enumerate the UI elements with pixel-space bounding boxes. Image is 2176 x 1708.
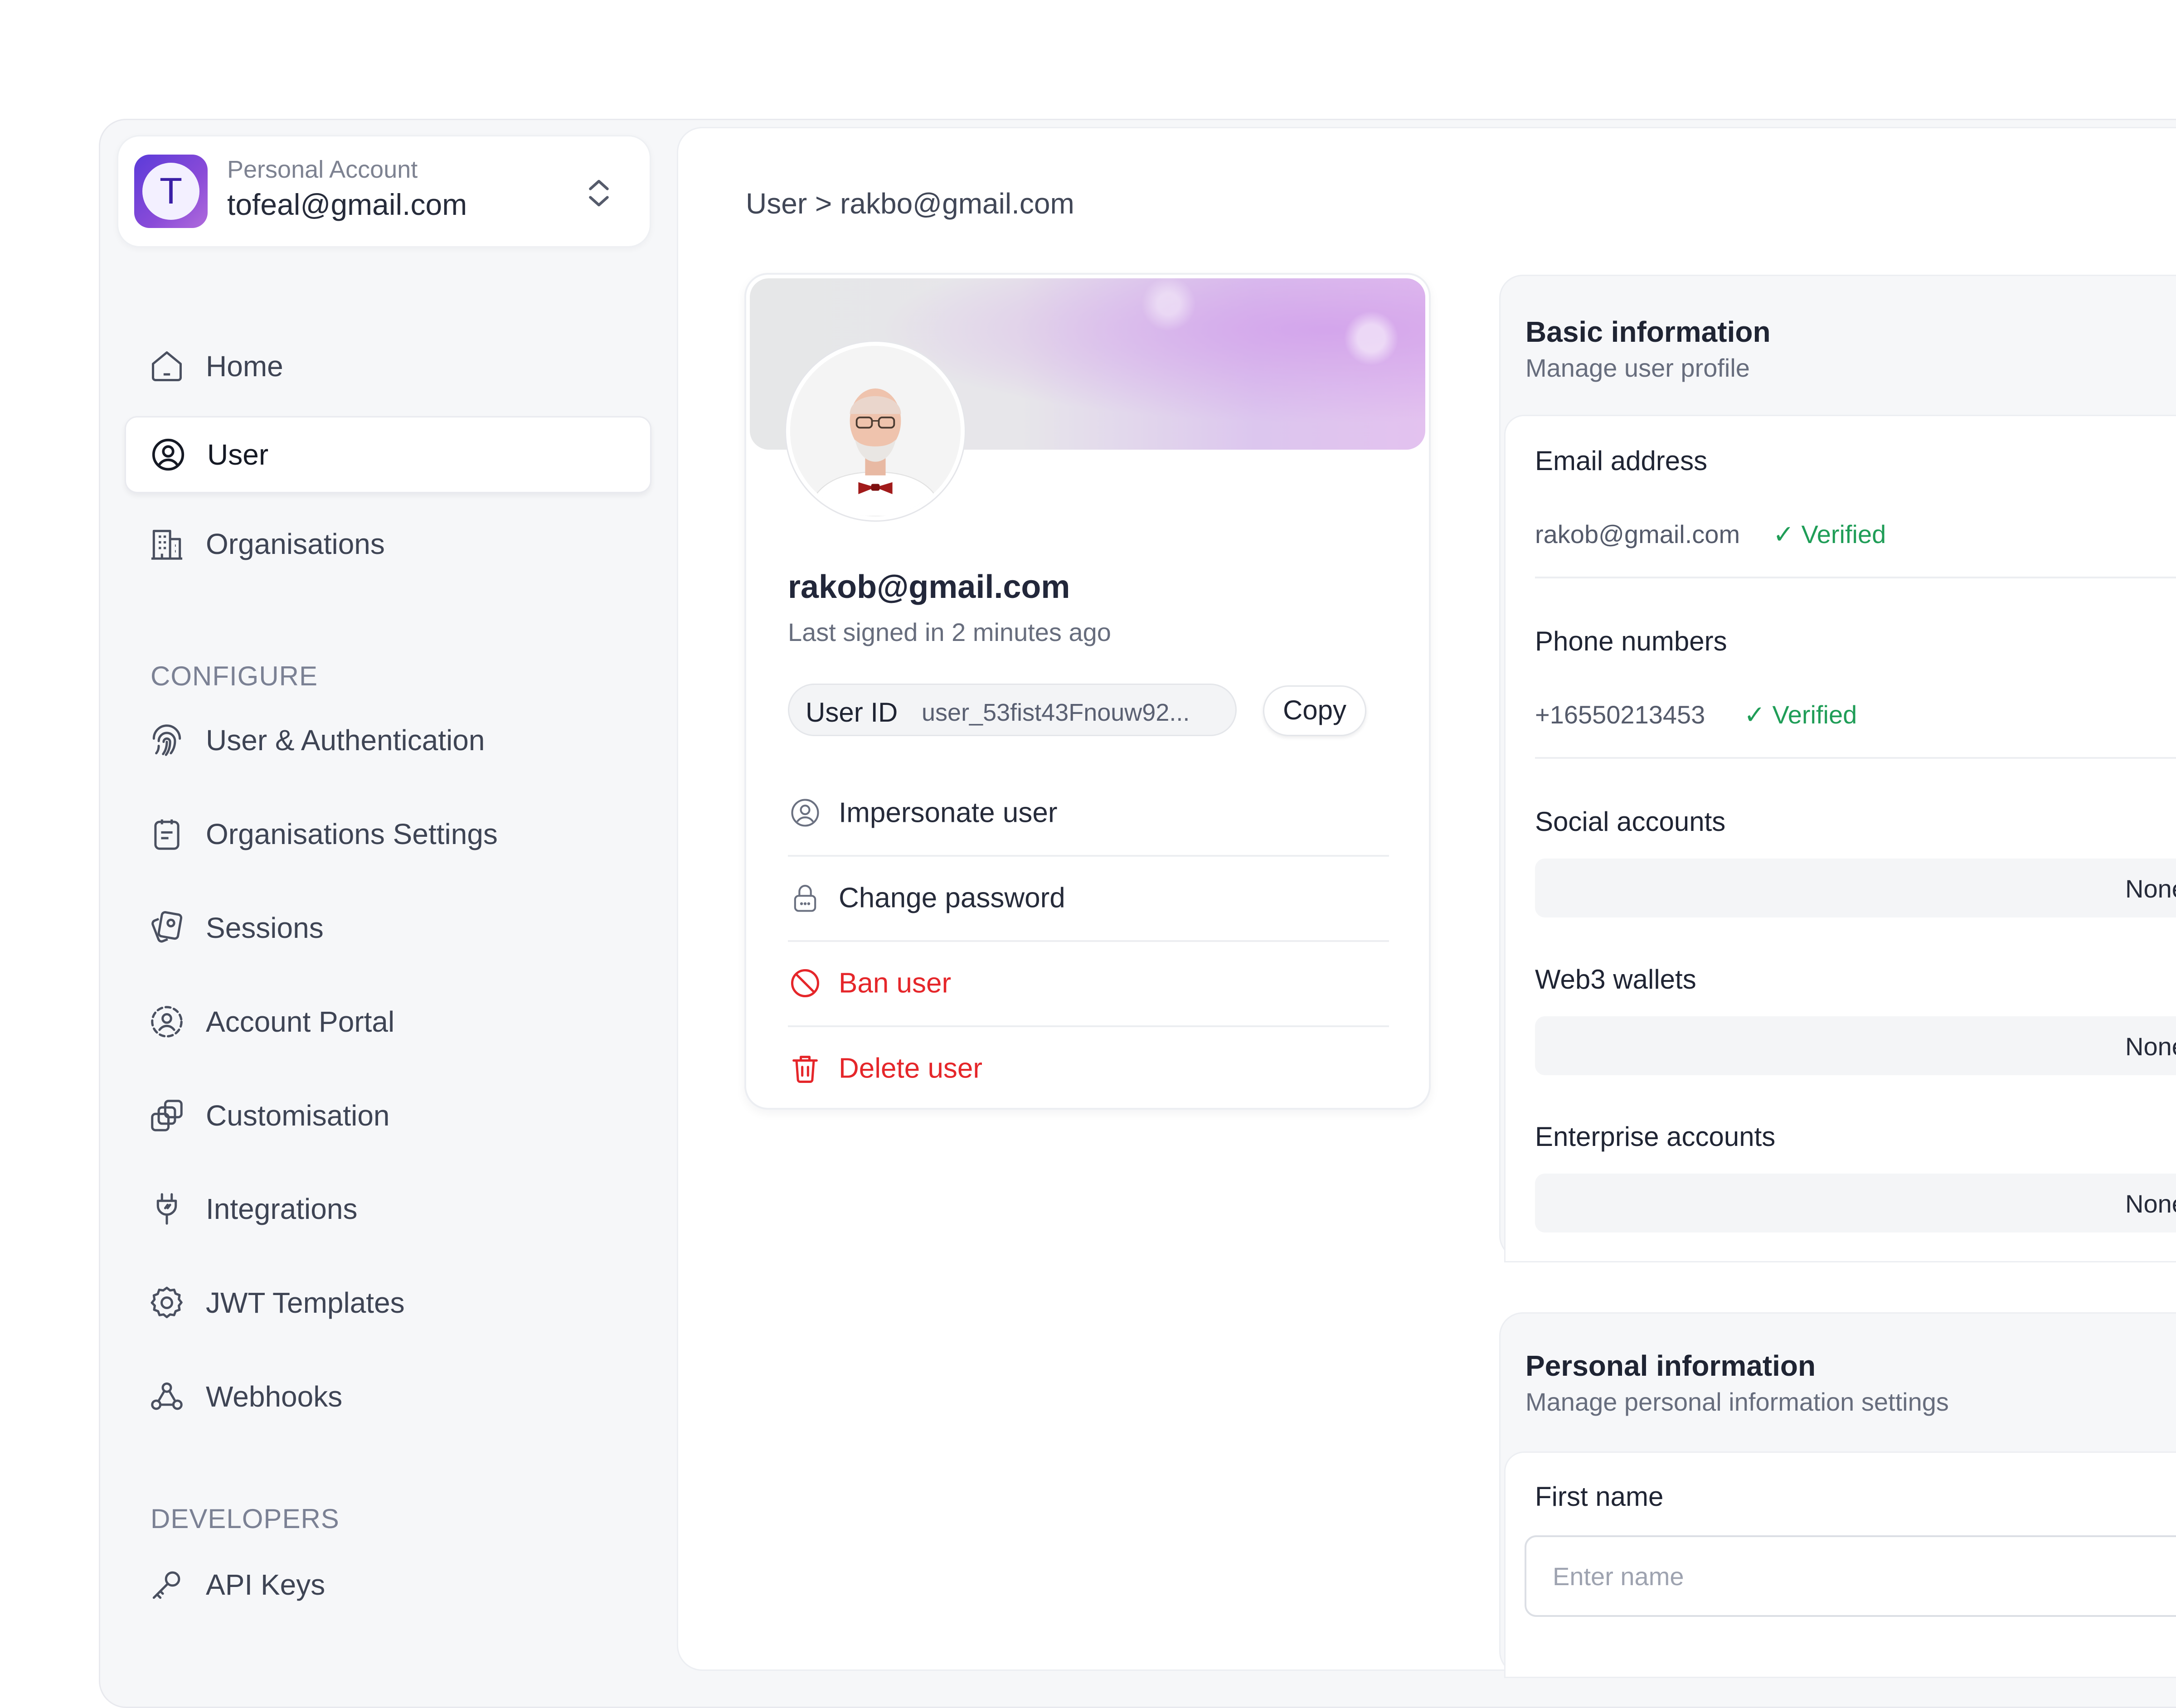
chevron-up-down-icon[interactable]	[578, 173, 619, 214]
phone-value: +16550213453	[1535, 700, 1705, 729]
copy-shapes-icon	[151, 1100, 183, 1131]
action-label: Change password	[839, 882, 1065, 914]
ban-icon	[791, 969, 820, 998]
email-address-title: Email address	[1535, 446, 1708, 476]
personal-info-title: Personal information	[1525, 1349, 1816, 1382]
user-dashed-circle-icon	[151, 1006, 183, 1038]
enterprise-accounts-value: None	[2125, 1189, 2176, 1218]
breadcrumb-current: rakbo@gmail.com	[840, 187, 1074, 220]
user-id-value: user_53fist43Fnouw92...	[922, 699, 1190, 726]
sidebar-item-label: Sessions	[206, 912, 324, 944]
user-id-label: User ID	[806, 697, 898, 728]
sidebar-item-api-keys[interactable]: API Keys	[125, 1546, 651, 1623]
section-heading-developers: DEVELOPERS	[151, 1504, 340, 1534]
account-email: tofeal@gmail.com	[227, 188, 467, 221]
enterprise-accounts-title: Enterprise accounts	[1535, 1121, 1776, 1152]
sidebar-item-webhooks[interactable]: Webhooks	[125, 1358, 651, 1435]
sidebar-item-user[interactable]: User	[125, 416, 651, 493]
sidebar-item-sessions[interactable]: Sessions	[125, 889, 651, 966]
enterprise-accounts-box: None	[1535, 1174, 2176, 1232]
phone-verified-badge: ✓ Verified	[1744, 700, 1857, 729]
social-accounts-value: None	[2125, 874, 2176, 903]
account-avatar: T	[134, 155, 208, 228]
user-avatar	[786, 342, 965, 520]
cards-icon	[151, 911, 183, 943]
section-heading-configure: CONFIGURE	[151, 661, 318, 691]
basic-info-title: Basic information	[1525, 315, 1771, 348]
user-circle-icon	[791, 799, 819, 827]
sidebar-item-label: Organisations Settings	[206, 818, 498, 850]
first-name-input[interactable]	[1525, 1535, 2176, 1617]
plug-icon	[156, 1193, 177, 1225]
sidebar-item-label: JWT Templates	[206, 1286, 405, 1319]
fingerprint-icon	[152, 724, 181, 756]
ban-user-action[interactable]: Ban user	[788, 941, 1389, 1025]
sidebar-item-label: Account Portal	[206, 1005, 395, 1038]
sidebar-item-organisations-settings[interactable]: Organisations Settings	[125, 796, 651, 873]
account-switcher[interactable]: T Personal Account tofeal@gmail.com	[117, 135, 651, 247]
delete-user-action[interactable]: Delete user	[788, 1026, 1389, 1108]
personal-info-card: Personal information Manage personal inf…	[1499, 1312, 2176, 1678]
copy-user-id-button[interactable]: Copy	[1263, 685, 1366, 736]
home-icon	[152, 351, 182, 381]
profile-email: rakob@gmail.com	[788, 569, 1070, 605]
sidebar-item-home[interactable]: Home	[125, 328, 651, 405]
webhook-icon	[151, 1382, 183, 1410]
divider	[1535, 577, 2176, 578]
social-accounts-title: Social accounts	[1535, 806, 1726, 837]
sidebar-item-customisation[interactable]: Customisation	[125, 1077, 651, 1154]
user-circle-icon	[152, 438, 185, 471]
clipboard-icon	[154, 819, 180, 850]
trash-icon	[792, 1056, 818, 1083]
gear-icon	[151, 1286, 183, 1319]
last-signed-in: Last signed in 2 minutes ago	[788, 618, 1111, 646]
breadcrumb-parent[interactable]: User	[746, 187, 807, 220]
phone-numbers-title: Phone numbers	[1535, 626, 1727, 656]
change-password-action[interactable]: Change password	[788, 856, 1389, 940]
email-value: rakob@gmail.com	[1535, 520, 1740, 548]
account-initial: T	[142, 163, 199, 220]
action-label: Ban user	[839, 967, 952, 999]
user-id-chip: User ID user_53fist43Fnouw92...	[788, 684, 1237, 736]
lock-icon	[794, 885, 816, 912]
sidebar-item-label: Customisation	[206, 1099, 390, 1132]
basic-info-card: Basic information Manage user profile Em…	[1499, 275, 2176, 1262]
personal-info-subtitle: Manage personal information settings	[1525, 1388, 1949, 1416]
account-type-label: Personal Account	[227, 156, 418, 183]
sidebar-item-label: Organisations	[206, 528, 385, 560]
sidebar-item-label: User & Authentication	[206, 724, 485, 757]
first-name-label: First name	[1535, 1481, 1664, 1512]
web3-wallets-title: Web3 wallets	[1535, 964, 1696, 995]
sidebar-item-label: Home	[206, 350, 283, 383]
action-label: Delete user	[839, 1053, 983, 1084]
breadcrumb: User > rakbo@gmail.com	[746, 187, 1074, 220]
sidebar-item-label: Integrations	[206, 1193, 358, 1225]
basic-info-subtitle: Manage user profile	[1525, 354, 1750, 382]
basic-info-body: Email address rakob@gmail.com ✓ Verified…	[1504, 415, 2176, 1262]
key-icon	[152, 1571, 180, 1599]
breadcrumb-separator: >	[815, 187, 832, 220]
sidebar-item-label: Webhooks	[206, 1380, 343, 1413]
impersonate-user-action[interactable]: Impersonate user	[788, 771, 1389, 855]
sidebar-item-label: User	[207, 438, 269, 471]
social-accounts-box: None	[1535, 859, 2176, 917]
sidebar-item-jwt-templates[interactable]: JWT Templates	[125, 1264, 651, 1341]
sidebar-item-organisations[interactable]: Organisations	[125, 505, 651, 582]
divider	[1535, 757, 2176, 759]
action-label: Impersonate user	[839, 797, 1058, 829]
web3-wallets-box: None	[1535, 1016, 2176, 1075]
email-verified-badge: ✓ Verified	[1773, 520, 1886, 548]
sidebar-item-integrations[interactable]: Integrations	[125, 1170, 651, 1247]
sidebar-item-user-authentication[interactable]: User & Authentication	[125, 702, 651, 779]
web3-wallets-value: None	[2125, 1032, 2176, 1061]
sidebar-item-label: API Keys	[206, 1568, 325, 1601]
sidebar-item-account-portal[interactable]: Account Portal	[125, 983, 651, 1060]
profile-card: rakob@gmail.com Last signed in 2 minutes…	[744, 273, 1431, 1110]
building-icon	[151, 529, 183, 560]
